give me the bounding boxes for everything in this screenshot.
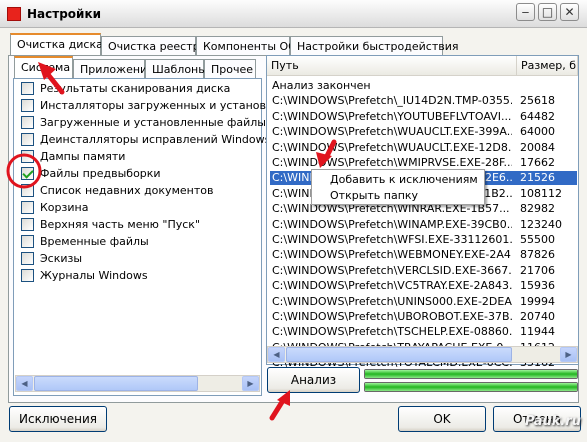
annotation-overlay bbox=[6, 62, 337, 421]
annotation-circle-icon bbox=[6, 153, 42, 189]
watermark: Pauk.ru bbox=[525, 414, 581, 429]
annotation-arrow-icon bbox=[269, 390, 290, 421]
annotation-arrow-icon bbox=[316, 139, 337, 168]
annotation-arrow-icon bbox=[38, 62, 65, 95]
